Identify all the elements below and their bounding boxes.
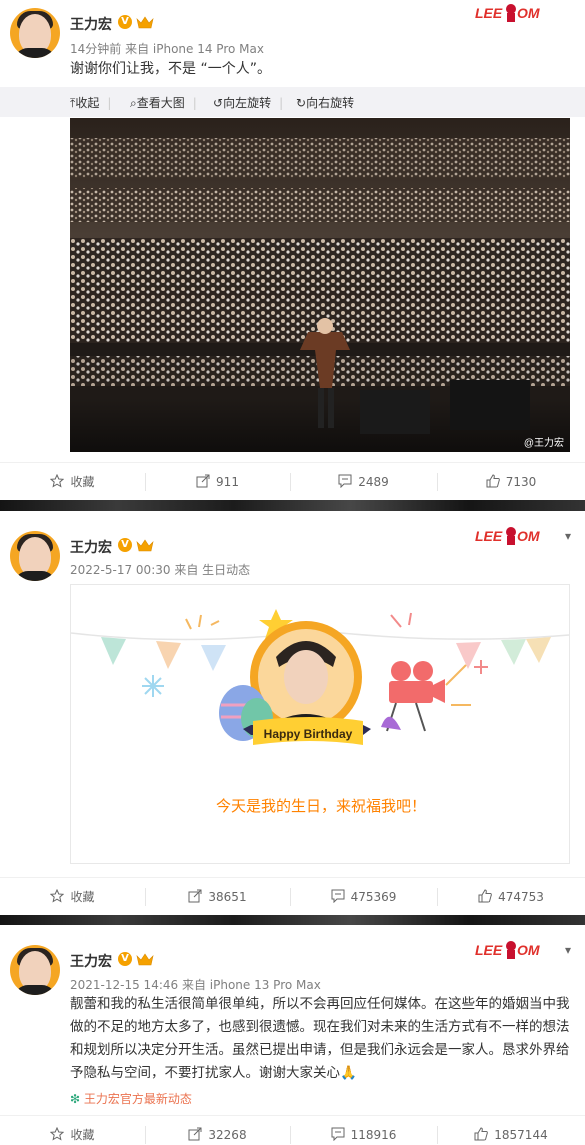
post-actions: 收藏 32268 118916 1857144 bbox=[0, 1115, 585, 1145]
favorite-button[interactable]: 收藏 bbox=[0, 463, 145, 501]
banner-text: Happy Birthday bbox=[264, 727, 353, 741]
comment-button[interactable]: 118916 bbox=[290, 1116, 437, 1145]
post-actions: 收藏 38651 475369 474753 bbox=[0, 877, 585, 915]
thumbs-up-icon bbox=[478, 889, 492, 903]
verified-icon: V bbox=[118, 15, 132, 29]
post-3: 王力宏 V 2021-12-15 14:46 来自 iPhone 13 Pro … bbox=[0, 925, 585, 1145]
svg-text:OM: OM bbox=[517, 528, 540, 544]
star-icon bbox=[50, 474, 65, 488]
post-actions: 收藏 911 2489 7130 bbox=[0, 462, 585, 500]
share-icon bbox=[188, 1127, 202, 1141]
share-button[interactable]: 38651 bbox=[145, 878, 290, 916]
like-button[interactable]: 1857144 bbox=[437, 1116, 585, 1145]
share-button[interactable]: 911 bbox=[145, 463, 290, 501]
svg-text:OM: OM bbox=[517, 5, 540, 21]
post-text: 谢谢你们让我，不是 “一个人”。 bbox=[70, 61, 271, 77]
divider-band bbox=[0, 915, 585, 925]
avatar[interactable] bbox=[10, 531, 60, 581]
comment-icon bbox=[338, 474, 352, 488]
fan-badge-icon: LEE OM bbox=[475, 941, 540, 959]
rotate-left-icon: ↺ bbox=[213, 96, 224, 110]
post-text: 靓蕾和我的私生活很简单很单纯，所以不会再回应任何媒体。在这些年的婚姻当中我做的不… bbox=[70, 996, 570, 1081]
rotate-right-icon: ↻ bbox=[296, 96, 307, 110]
verified-icon: V bbox=[118, 538, 132, 552]
view-large-button[interactable]: ⌕查看大图 | bbox=[130, 94, 197, 111]
svg-text:LEE: LEE bbox=[475, 5, 503, 21]
post-meta: 2021-12-15 14:46 来自 iPhone 13 Pro Max bbox=[70, 978, 321, 992]
concert-photo[interactable]: @王力宏 bbox=[70, 118, 570, 452]
birthday-card[interactable]: Happy Birthday 今天是我的生日，来祝福我吧！ bbox=[70, 584, 570, 864]
share-icon bbox=[188, 889, 202, 903]
comment-button[interactable]: 475369 bbox=[290, 878, 437, 916]
star-icon bbox=[50, 1127, 65, 1141]
image-toolbar: ⤒收起 | ⌕查看大图 | ↺向左旋转 | ↻向右旋转 bbox=[0, 87, 585, 117]
username[interactable]: 王力宏 bbox=[70, 14, 112, 34]
collapse-button[interactable]: ⤒收起 | bbox=[70, 94, 111, 111]
post-2: 王力宏 V 2022-5-17 00:30 来自 生日动态 LEE OM ▾ H… bbox=[0, 511, 585, 915]
share-icon bbox=[196, 474, 210, 488]
username[interactable]: 王力宏 bbox=[70, 537, 112, 557]
comment-button[interactable]: 2489 bbox=[290, 463, 437, 501]
svg-text:LEE: LEE bbox=[475, 942, 503, 958]
post-meta: 14分钟前 来自 iPhone 14 Pro Max bbox=[70, 42, 264, 56]
fan-badge-icon: LEE OM bbox=[475, 527, 540, 545]
verified-icon: V bbox=[118, 952, 132, 966]
divider-band bbox=[0, 500, 585, 511]
chevron-down-icon[interactable]: ▾ bbox=[565, 943, 571, 957]
post-meta: 2022-5-17 00:30 来自 生日动态 bbox=[70, 563, 251, 577]
svg-text:LEE: LEE bbox=[475, 528, 503, 544]
star-icon bbox=[50, 889, 65, 903]
favorite-button[interactable]: 收藏 bbox=[0, 878, 145, 916]
crown-icon bbox=[136, 16, 154, 29]
favorite-button[interactable]: 收藏 bbox=[0, 1116, 145, 1145]
username[interactable]: 王力宏 bbox=[70, 951, 112, 971]
birthday-text: 今天是我的生日，来祝福我吧！ bbox=[215, 797, 426, 815]
link-icon: ❇ bbox=[70, 1092, 84, 1106]
photo-watermark: @王力宏 bbox=[524, 436, 564, 449]
chevron-down-icon[interactable]: ▾ bbox=[565, 529, 571, 543]
comment-icon bbox=[331, 1127, 345, 1141]
svg-text:OM: OM bbox=[517, 942, 540, 958]
like-button[interactable]: 474753 bbox=[437, 878, 585, 916]
search-icon: ⌕ bbox=[130, 96, 137, 110]
post-1: 王力宏 V 14分钟前 来自 iPhone 14 Pro Max LEE OM … bbox=[0, 0, 585, 500]
crown-icon bbox=[136, 539, 154, 552]
like-button[interactable]: 7130 bbox=[437, 463, 585, 501]
comment-icon bbox=[331, 889, 345, 903]
thumbs-up-icon bbox=[486, 474, 500, 488]
rotate-left-button[interactable]: ↺向左旋转 | bbox=[213, 94, 283, 111]
crown-icon bbox=[136, 953, 154, 966]
avatar[interactable] bbox=[10, 8, 60, 58]
fan-badge-icon: LEE OM bbox=[475, 4, 540, 22]
rotate-right-button[interactable]: ↻向右旋转 bbox=[296, 94, 354, 111]
official-link[interactable]: ❇ 王力宏官方最新动态 bbox=[70, 1090, 192, 1107]
share-button[interactable]: 32268 bbox=[145, 1116, 290, 1145]
thumbs-up-icon bbox=[474, 1127, 489, 1141]
avatar[interactable] bbox=[10, 945, 60, 995]
